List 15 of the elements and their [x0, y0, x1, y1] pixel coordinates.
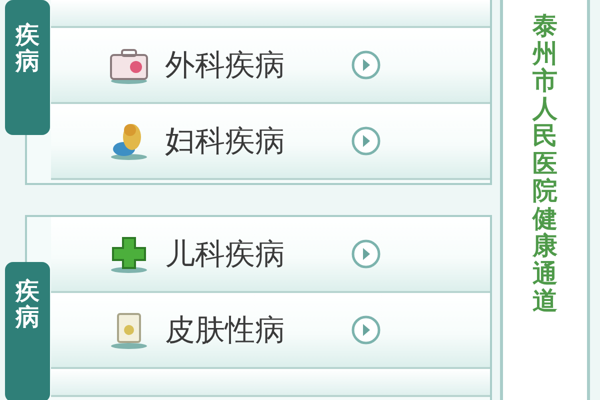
menu-item-label: 妇科疾病 [165, 122, 286, 160]
menu-item[interactable]: 儿科疾病 [51, 217, 490, 293]
menu-item-label: 儿科疾病 [165, 236, 286, 274]
menu-item[interactable] [51, 0, 490, 28]
side-title: 泰州市人民医院健康通道 [532, 12, 558, 317]
arrow-right-icon[interactable] [351, 50, 381, 80]
menu-item[interactable] [51, 369, 490, 397]
menu-item[interactable]: 皮肤性病 [51, 293, 490, 369]
menu-item-label: 皮肤性病 [165, 312, 286, 350]
arrow-right-icon[interactable] [351, 126, 381, 156]
arrow-right-icon[interactable] [351, 315, 381, 345]
arrow-right-icon[interactable] [351, 239, 381, 269]
menu-item[interactable]: 妇科疾病 [51, 104, 490, 180]
menu-item[interactable]: 外科疾病 [51, 28, 490, 104]
menu-item-label: 外科疾病 [165, 46, 286, 84]
